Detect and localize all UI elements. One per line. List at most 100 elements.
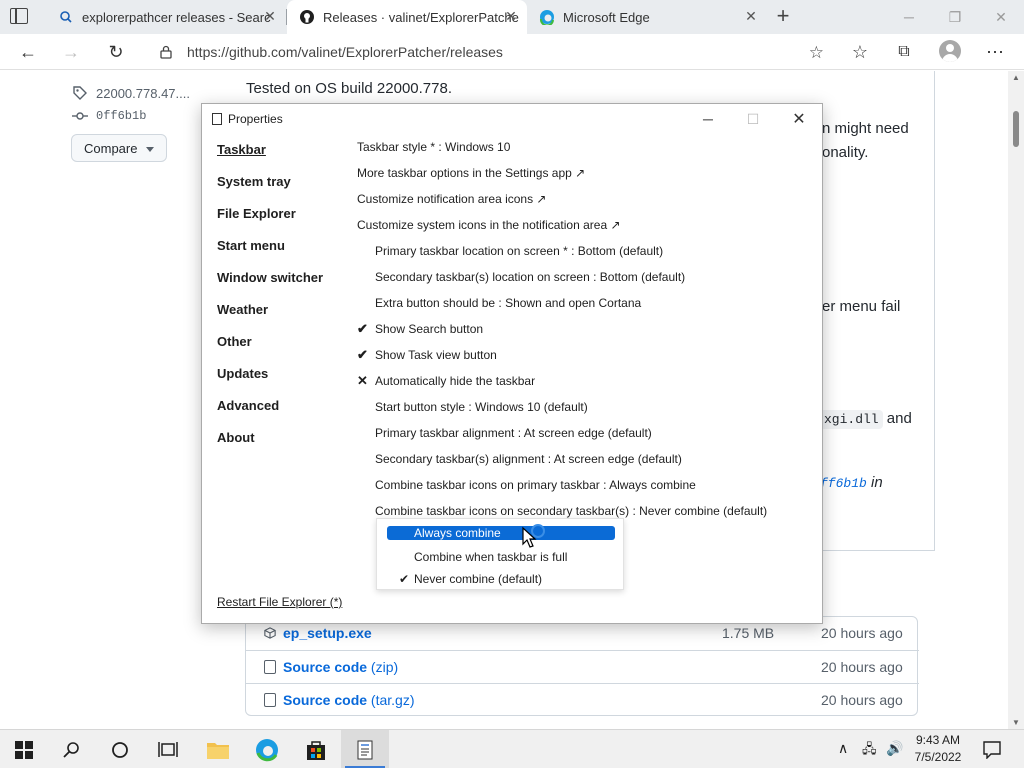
taskbar-file-explorer[interactable] [194,730,242,768]
taskbar-store[interactable] [292,730,340,768]
scrollbar-thumb[interactable] [1013,111,1019,147]
add-favorite-icon[interactable]: ☆ [809,43,824,63]
address-bar[interactable]: https://github.com/valinet/ExplorerPatch… [150,37,834,67]
option-autohide[interactable]: Automatically hide the taskbar [375,374,535,388]
tab-actions-icon[interactable] [10,8,28,24]
collections-icon[interactable]: ⧉ [890,38,918,66]
option-show-task-view[interactable]: Show Task view button [375,348,497,362]
nav-weather[interactable]: Weather [217,302,268,317]
volume-icon[interactable]: 🔊 [886,740,903,757]
menu-item-never-combine[interactable]: ✔ Never combine (default) [387,569,615,589]
close-icon[interactable]: ✕ [784,108,814,130]
restart-explorer-link[interactable]: Restart File Explorer (*) [217,595,342,609]
option-extra-button[interactable]: Extra button should be : Shown and open … [375,296,641,310]
cortana-button[interactable] [96,730,144,768]
url-text[interactable]: https://github.com/valinet/ExplorerPatch… [187,44,503,60]
minimize-icon[interactable]: ─ [886,0,932,34]
taskbar-search-button[interactable] [48,730,96,768]
release-tag[interactable]: 22000.778.47.... [72,85,190,101]
refresh-icon[interactable]: ↻ [102,38,130,66]
notification-center-button[interactable] [968,730,1016,768]
favorites-icon[interactable]: ☆ [846,38,874,66]
chevron-up-icon[interactable]: ∧ [838,740,848,757]
release-commit[interactable]: 0ff6b1b [72,108,146,124]
asset-row[interactable]: Source code (zip) 20 hours ago [246,650,919,683]
task-view-button[interactable] [144,730,192,768]
option-secondary-location[interactable]: Secondary taskbar(s) location on screen … [375,270,685,284]
commit-link[interactable]: ff6b1b [820,476,867,491]
back-icon[interactable]: ← [14,38,42,66]
folder-icon [207,742,229,759]
minimize-icon[interactable]: ─ [693,108,723,130]
option-secondary-alignment[interactable]: Secondary taskbar(s) alignment : At scre… [375,452,682,466]
file-zip-icon [264,693,276,707]
tab-close-icon[interactable]: ✕ [743,8,759,24]
system-clock[interactable]: 9:43 AM 7/5/2022 [903,732,973,766]
asset-date: 20 hours ago [821,659,903,675]
tab-releases[interactable]: Releases · valinet/ExplorerPatche ✕ [287,0,527,34]
page-scrollbar[interactable]: ▲ ▼ [1008,71,1024,729]
scroll-up-icon[interactable]: ▲ [1012,73,1020,82]
properties-titlebar[interactable]: Properties ─ ☐ ✕ [202,104,822,134]
nav-other[interactable]: Other [217,334,252,349]
close-window-icon[interactable]: ✕ [978,0,1024,34]
asset-suffix[interactable]: (tar.gz) [371,692,415,708]
more-options-icon[interactable]: ⋯ [981,38,1009,66]
browser-toolbar: ← → ↻ https://github.com/valinet/Explore… [0,34,1024,70]
asset-name[interactable]: ep_setup.exe [283,625,372,641]
option-system-icons-link[interactable]: Customize system icons in the notificati… [357,218,621,232]
option-combine-primary[interactable]: Combine taskbar icons on primary taskbar… [375,478,696,492]
asset-name[interactable]: Source code (tar.gz) [283,692,415,708]
assets-list: ep_setup.exe 1.75 MB 20 hours ago Source… [245,616,919,716]
tag-label: 22000.778.47.... [96,85,190,101]
properties-window: Properties ─ ☐ ✕ Taskbar System tray Fil… [201,103,823,624]
option-start-button-style[interactable]: Start button style : Windows 10 (default… [375,400,588,414]
asset-suffix[interactable]: (zip) [371,659,398,675]
code-snippet: xgi.dll [820,410,883,429]
option-primary-alignment[interactable]: Primary taskbar alignment : At screen ed… [375,426,652,440]
nav-updates[interactable]: Updates [217,366,268,381]
compare-button[interactable]: Compare [71,134,167,162]
asset-name[interactable]: Source code (zip) [283,659,398,675]
tab-close-icon[interactable]: ✕ [503,8,519,24]
windows-logo-icon [15,740,33,759]
tab-search[interactable]: explorerpathcer releases - Searc ✕ [46,0,286,34]
menu-item-combine-when-full[interactable]: Combine when taskbar is full [387,547,615,567]
option-show-search[interactable]: Show Search button [375,322,483,336]
taskbar-properties-app[interactable] [341,730,389,768]
forward-icon[interactable]: → [57,38,85,66]
asset-name-text[interactable]: Source code [283,692,367,708]
nav-file-explorer[interactable]: File Explorer [217,206,296,221]
tab-edge[interactable]: Microsoft Edge ✕ [527,0,767,34]
menu-item-always-combine[interactable]: Always combine [387,526,615,540]
scroll-down-icon[interactable]: ▼ [1012,718,1020,727]
profile-avatar-icon[interactable] [939,40,961,62]
option-primary-location[interactable]: Primary taskbar location on screen * : B… [375,244,663,258]
nav-system-tray[interactable]: System tray [217,174,291,189]
body-fragment-text: in [870,474,883,491]
nav-window-switcher[interactable]: Window switcher [217,270,323,285]
nav-taskbar[interactable]: Taskbar [217,142,266,157]
restore-icon[interactable]: ❐ [932,0,978,34]
nav-advanced[interactable]: Advanced [217,398,279,413]
option-combine-secondary[interactable]: Combine taskbar icons on secondary taskb… [375,504,767,518]
asset-name-text[interactable]: Source code [283,659,367,675]
nav-about[interactable]: About [217,430,255,445]
edge-icon [256,738,278,761]
option-notification-icons-link[interactable]: Customize notification area icons ↗ [357,192,546,206]
new-tab-icon[interactable]: + [772,5,794,28]
taskbar-edge[interactable] [243,730,291,768]
network-icon[interactable]: 🖧 [862,740,877,762]
option-taskbar-style[interactable]: Taskbar style * : Windows 10 [357,140,510,154]
tab-close-icon[interactable]: ✕ [262,8,278,24]
maximize-icon[interactable]: ☐ [738,108,768,130]
menu-item-label: Combine when taskbar is full [414,550,568,564]
compare-label: Compare [84,140,138,156]
option-settings-link[interactable]: More taskbar options in the Settings app… [357,166,585,180]
lock-icon[interactable] [160,45,172,59]
nav-start-menu[interactable]: Start menu [217,238,285,253]
asset-name-text[interactable]: ep_setup.exe [283,625,372,641]
asset-row[interactable]: Source code (tar.gz) 20 hours ago [246,683,919,716]
tested-text: Tested on OS build 22000.778. [246,80,452,97]
start-button[interactable] [0,730,48,768]
